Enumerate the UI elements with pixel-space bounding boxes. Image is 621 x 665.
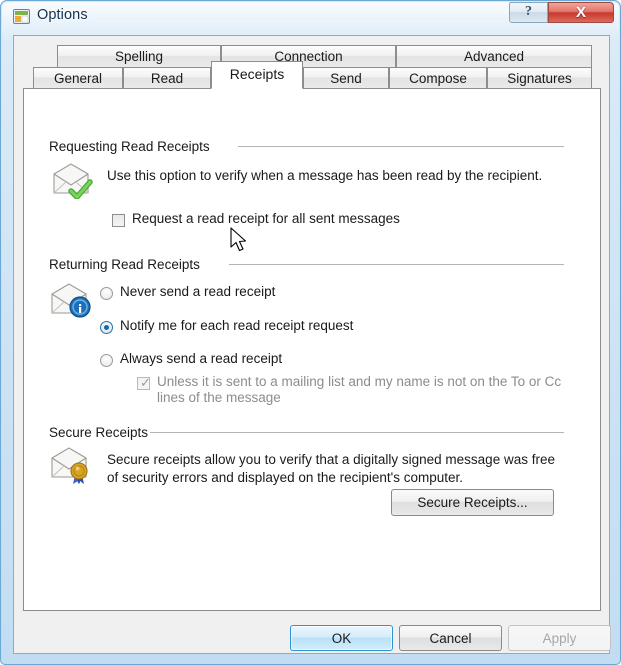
tab-general[interactable]: General — [33, 67, 123, 89]
requesting-description: Use this option to verify when a message… — [107, 168, 543, 183]
check-icon: ✓ — [140, 375, 151, 390]
secure-description-line1: Secure receipts allow you to verify that… — [107, 452, 555, 467]
unless-mailing-list-label-line2: lines of the message — [157, 390, 281, 405]
options-dialog-window: Options ? X Spelling Connection Advanced… — [0, 0, 621, 665]
radio-notify-each-label: Notify me for each read receipt request — [120, 318, 354, 333]
close-icon: X — [575, 4, 586, 21]
apply-button: Apply — [508, 625, 611, 651]
tab-compose[interactable]: Compose — [389, 67, 487, 89]
options-window-icon — [13, 9, 30, 24]
radio-always-send[interactable] — [100, 354, 113, 367]
unless-mailing-list-checkbox[interactable]: ✓ — [137, 375, 151, 390]
close-button[interactable]: X — [548, 2, 614, 23]
group-rule-returning — [229, 264, 564, 265]
envelope-info-icon — [49, 281, 93, 319]
group-label-secure-receipts: Secure Receipts — [49, 425, 149, 440]
receipts-tab-panel: Requesting Read Receipts Use this option… — [23, 88, 601, 611]
radio-never-send-label: Never send a read receipt — [120, 284, 276, 299]
tab-signatures[interactable]: Signatures — [487, 67, 592, 89]
help-button[interactable]: ? — [509, 2, 548, 23]
radio-always-send-label: Always send a read receipt — [120, 351, 283, 366]
group-label-returning-read-receipts: Returning Read Receipts — [49, 257, 200, 272]
secure-receipts-button[interactable]: Secure Receipts... — [391, 489, 554, 516]
tab-receipts[interactable]: Receipts — [211, 61, 303, 89]
ok-button[interactable]: OK — [290, 625, 393, 651]
unless-mailing-list-label-line1: Unless it is sent to a mailing list and … — [157, 374, 562, 389]
group-rule-requesting — [238, 146, 564, 147]
help-icon: ? — [525, 4, 532, 19]
tab-strip: Spelling Connection Advanced General Rea… — [23, 45, 601, 89]
envelope-check-icon — [49, 161, 93, 200]
tab-advanced[interactable]: Advanced — [396, 45, 592, 68]
tab-send[interactable]: Send — [303, 67, 389, 89]
radio-notify-each[interactable] — [100, 321, 113, 334]
arrow-cursor — [230, 227, 250, 255]
envelope-certificate-icon — [49, 445, 93, 484]
window-title: Options — [37, 7, 88, 23]
cancel-button[interactable]: Cancel — [399, 625, 502, 651]
radio-never-send[interactable] — [100, 287, 113, 300]
dialog-client-area: Spelling Connection Advanced General Rea… — [13, 35, 611, 654]
group-rule-secure — [150, 432, 564, 433]
group-label-requesting-read-receipts: Requesting Read Receipts — [49, 139, 210, 154]
tab-read[interactable]: Read — [123, 67, 211, 89]
request-read-receipt-label: Request a read receipt for all sent mess… — [132, 211, 400, 226]
title-bar: Options ? X — [1, 1, 621, 31]
secure-description-line2: of security errors and displayed on the … — [107, 470, 464, 485]
request-read-receipt-checkbox[interactable] — [112, 214, 125, 227]
tab-spelling[interactable]: Spelling — [57, 45, 221, 68]
